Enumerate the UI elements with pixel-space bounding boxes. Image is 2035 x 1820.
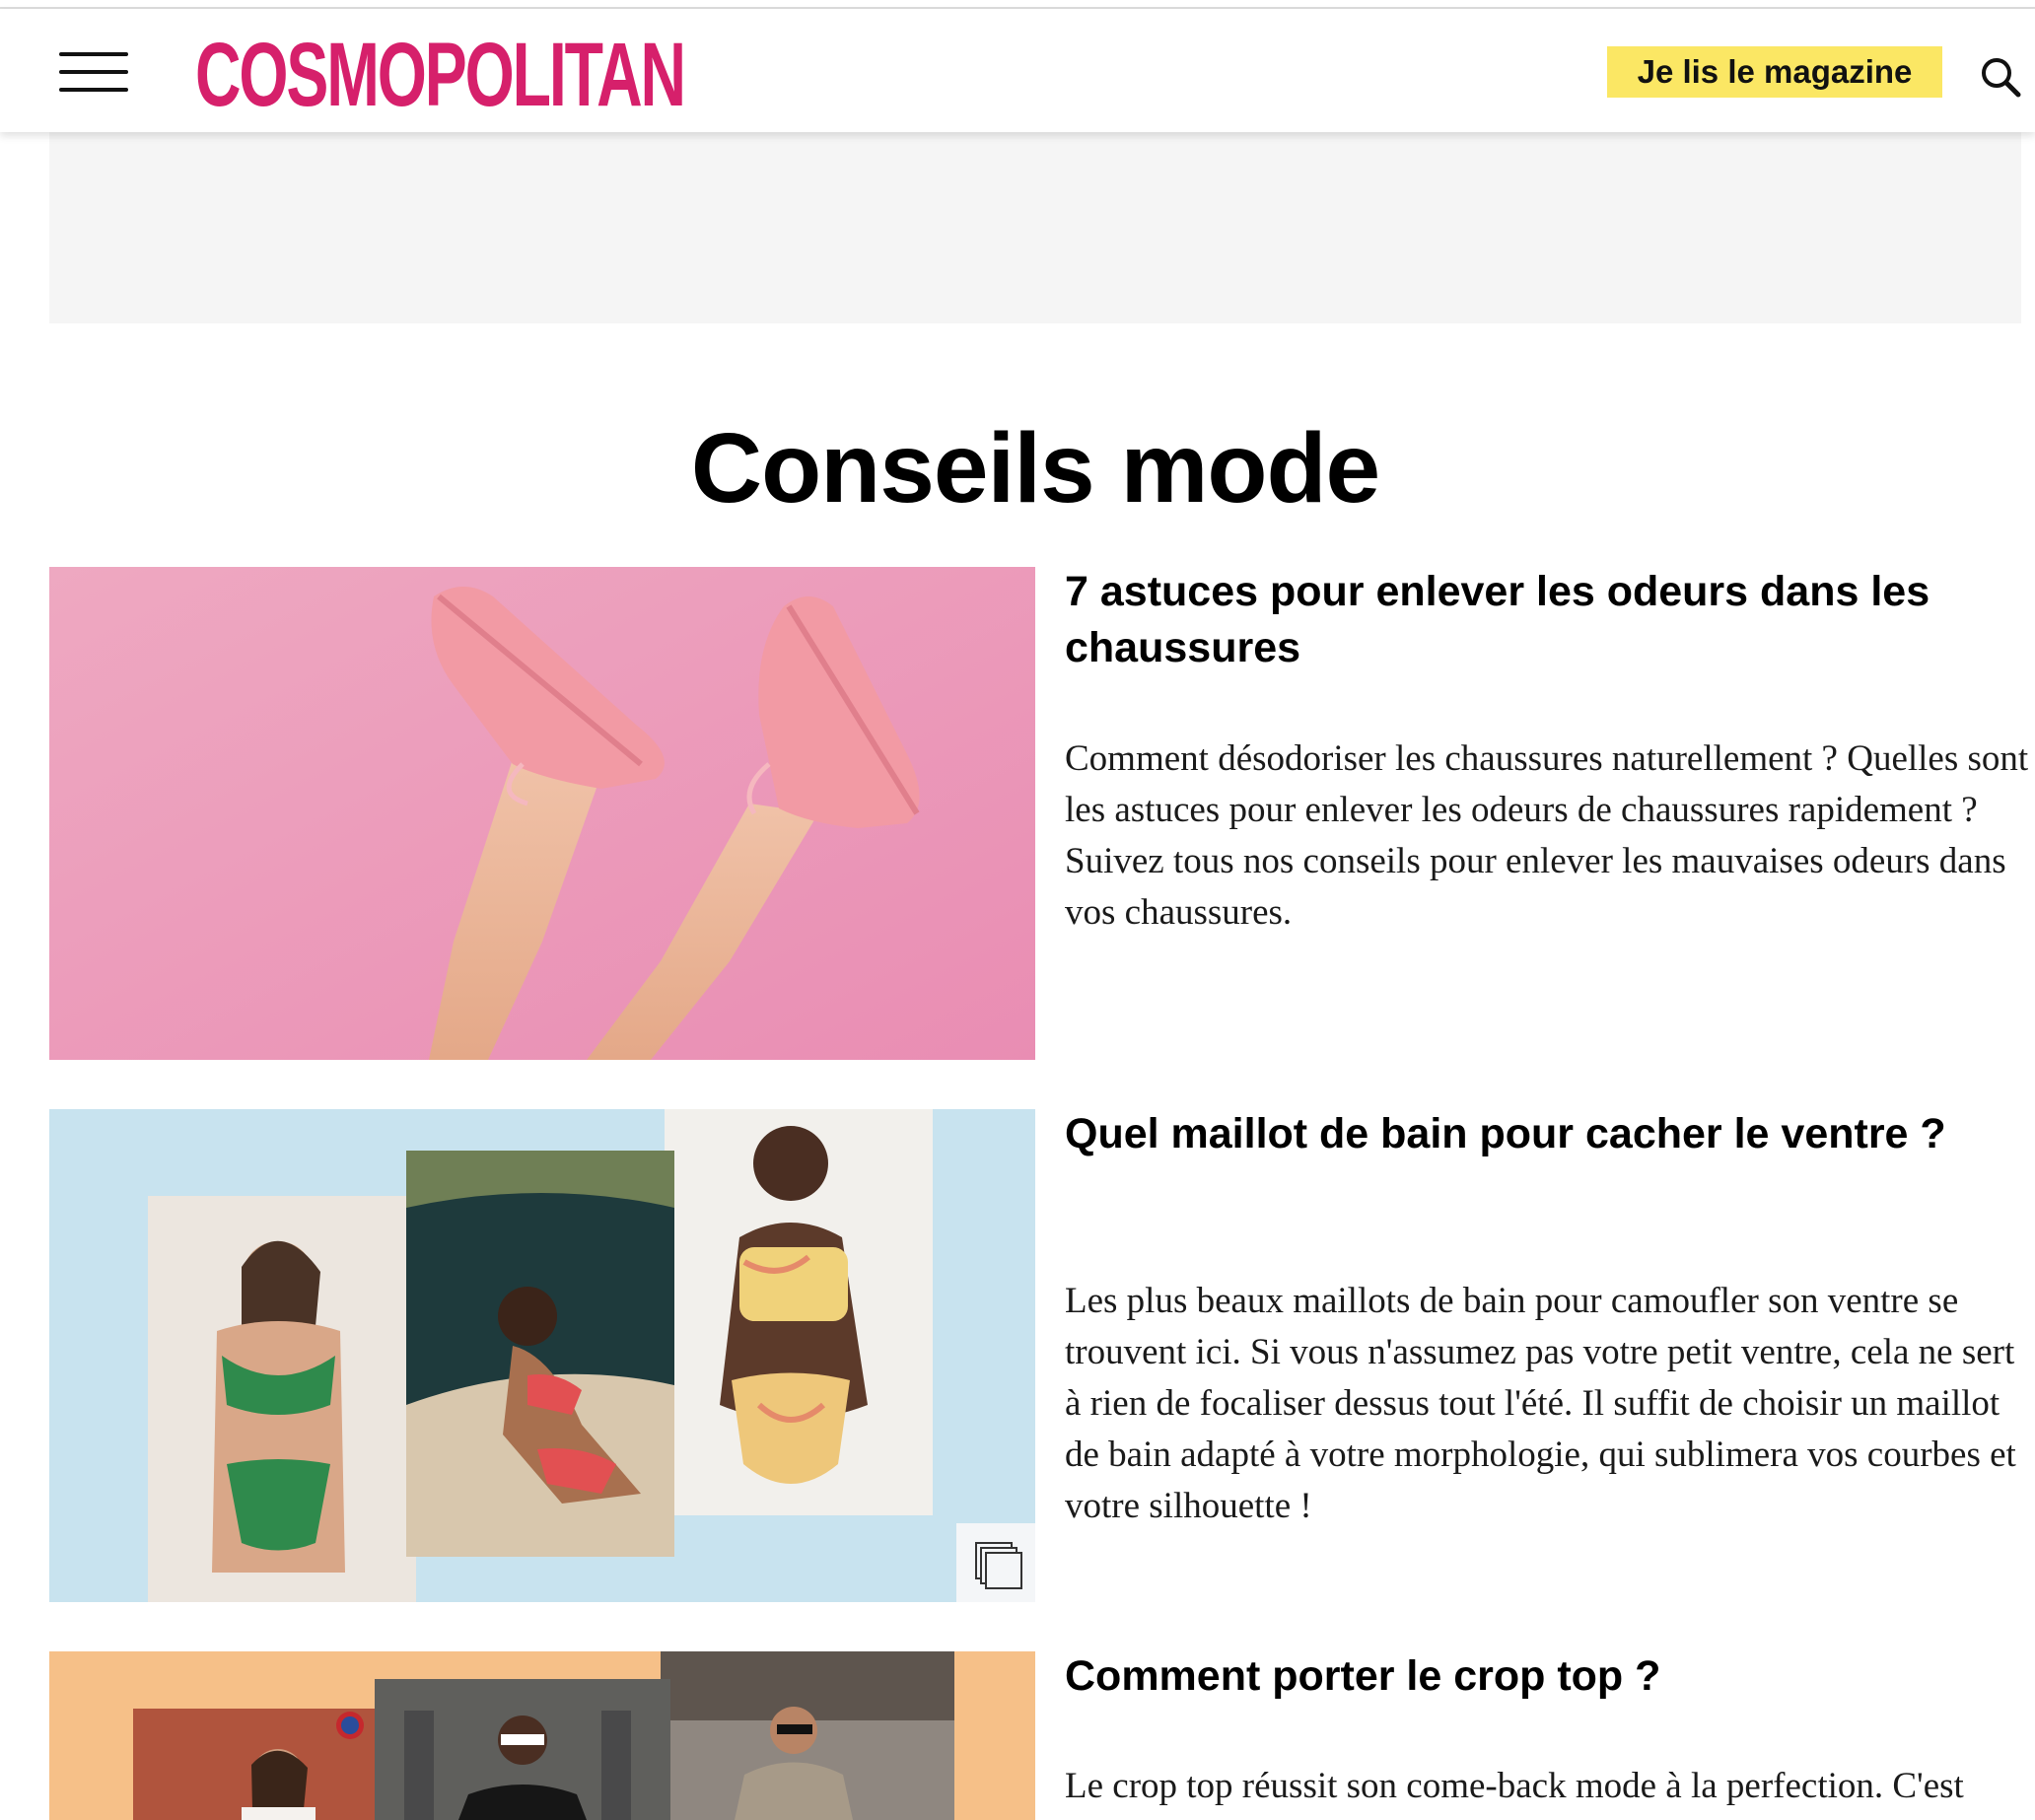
- article-title[interactable]: Quel maillot de bain pour cacher le vent…: [1065, 1106, 2011, 1162]
- article-image-swimsuits[interactable]: [49, 1109, 1035, 1602]
- article-title[interactable]: Comment porter le crop top ?: [1065, 1648, 2011, 1705]
- pink-sneakers-photo: [49, 567, 1035, 1060]
- article-description: Le crop top réussit son come-back mode à…: [1065, 1766, 1964, 1806]
- article-image-shoes[interactable]: [49, 567, 1035, 1060]
- browser-top-line: [0, 0, 2035, 9]
- gallery-icon: [956, 1523, 1035, 1602]
- ad-placeholder: [49, 132, 2021, 323]
- crop-top-collage-photo: [49, 1651, 1035, 1820]
- section-title: Conseils mode: [690, 413, 1380, 524]
- search-icon[interactable]: [1980, 56, 2021, 98]
- read-magazine-button[interactable]: Je lis le magazine: [1607, 46, 1942, 98]
- article-title[interactable]: 7 astuces pour enlever les odeurs dans l…: [1065, 564, 2011, 676]
- cosmopolitan-logo[interactable]: COSMOPOLITAN: [195, 30, 686, 120]
- article-image-crop-top[interactable]: [49, 1651, 1035, 1820]
- site-header: COSMOPOLITAN Je lis le magazine: [0, 9, 2035, 132]
- article-description: Comment désodoriser les chaussures natur…: [1065, 738, 2029, 933]
- swimsuit-collage-photo: [49, 1109, 1035, 1602]
- article-description: Les plus beaux maillots de bain pour cam…: [1065, 1281, 2016, 1526]
- hamburger-menu-icon[interactable]: [59, 52, 128, 92]
